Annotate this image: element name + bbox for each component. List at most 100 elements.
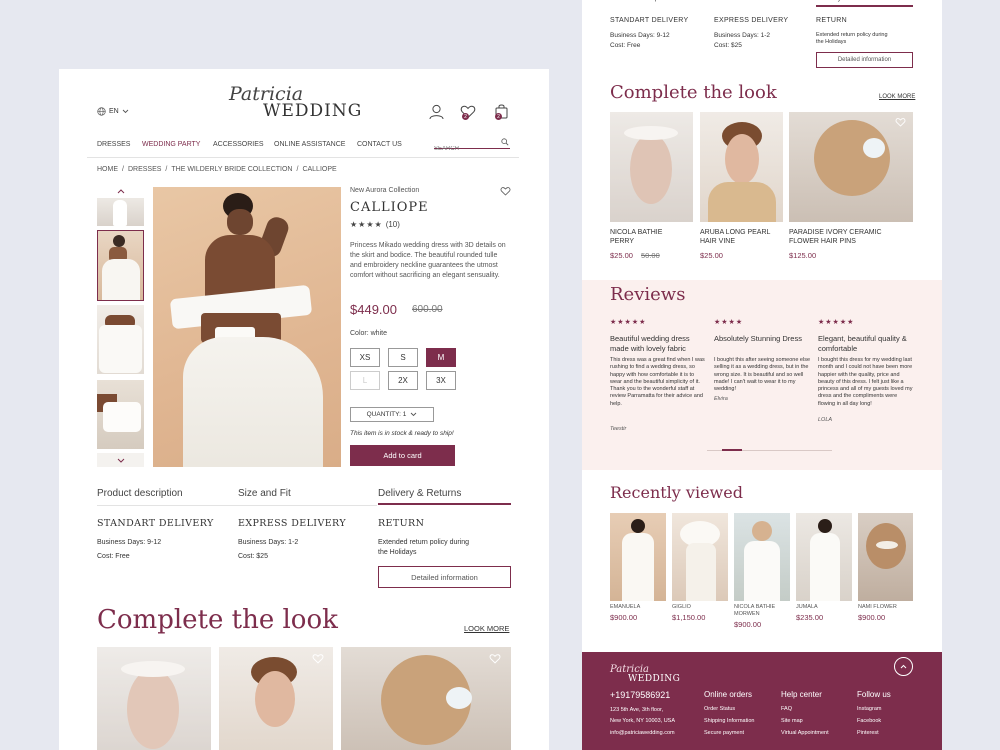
return-policy-line1: Extended return policy during (378, 539, 470, 546)
look-item-image-2[interactable] (700, 112, 783, 222)
look-item-image-2[interactable] (219, 647, 333, 750)
size-3x[interactable]: 3X (426, 371, 456, 390)
recent-item-5-name[interactable]: NAMI FLOWER (858, 604, 897, 610)
nav-item-dresses[interactable]: DRESSES (97, 141, 130, 148)
brand-logo[interactable]: Patricia WEDDING (227, 83, 367, 123)
footer-link-order-status[interactable]: Order Status (704, 706, 735, 712)
delivery-express-days: Business Days: 1-2 (714, 32, 770, 39)
recent-item-2-name[interactable]: GIGLIO (672, 604, 691, 610)
look-more-link[interactable]: LOOK MORE (464, 624, 509, 633)
cart-button[interactable]: 2 (494, 103, 512, 121)
recent-item-image-4[interactable] (796, 513, 852, 601)
nav-item-wedding-party[interactable]: WEDDING PARTY (142, 141, 200, 148)
footer-address-line2: New York, NY 10003, USA (610, 718, 676, 724)
detailed-information-button[interactable]: Detailed information (816, 52, 913, 68)
size-s[interactable]: S (388, 348, 418, 367)
recent-item-3-name[interactable]: NICOLA BATHIE MORWEN (734, 604, 790, 618)
thumbnail-4[interactable] (97, 380, 144, 449)
footer-link-virtual-appointment[interactable]: Virtual Appointment (781, 730, 829, 736)
complete-look-title: Complete the look (610, 82, 777, 103)
thumbnail-scroll-area[interactable] (97, 453, 144, 467)
footer-link-pinterest[interactable]: Pinterest (857, 730, 879, 736)
product-title: CALLIOPE (350, 200, 429, 215)
nav-item-contact-us[interactable]: CONTACT US (357, 141, 402, 148)
review-3-author: LOLA (818, 417, 833, 423)
footer-link-facebook[interactable]: Facebook (857, 718, 881, 724)
heart-icon[interactable] (312, 653, 324, 664)
size-xs[interactable]: XS (350, 348, 380, 367)
look-item-image-1[interactable] (610, 112, 693, 222)
thumbnail-2-selected[interactable] (97, 230, 144, 301)
recent-item-image-1[interactable] (610, 513, 666, 601)
rating[interactable]: ★★★★ (10) (350, 220, 400, 229)
footer-link-instagram[interactable]: Instagram (857, 706, 881, 712)
size-2x[interactable]: 2X (388, 371, 418, 390)
chevron-up-icon[interactable] (117, 189, 125, 194)
nav-item-online-assistance[interactable]: ONLINE ASSISTANCE (274, 141, 345, 148)
recent-item-image-3[interactable] (734, 513, 790, 601)
review-1-text: This dress was a great find when I was r… (610, 357, 705, 407)
detailed-information-button[interactable]: Detailed information (378, 566, 511, 588)
scroll-to-top-button[interactable] (894, 657, 913, 676)
footer-link-secure-payment[interactable]: Secure payment (704, 730, 744, 736)
search-icon[interactable] (501, 138, 509, 146)
look-more-link[interactable]: LOOK MORE (879, 94, 915, 100)
heart-icon[interactable] (895, 117, 906, 127)
size-m-selected[interactable]: M (426, 348, 456, 367)
breadcrumb-dresses[interactable]: DRESSES (128, 166, 161, 173)
wishlist-count-badge: 2 (462, 113, 469, 120)
recent-item-1-name[interactable]: EMANUELA (610, 604, 640, 610)
nav-item-accessories[interactable]: ACCESSORIES (213, 141, 264, 148)
look-item-2-name[interactable]: ARUBA LONG PEARL HAIR VINE (700, 228, 770, 246)
review-2-stars: ★★★★ (714, 319, 744, 326)
delivery-standard-title: STANDART DELIVERY (610, 17, 689, 24)
look-item-image-1[interactable] (97, 647, 211, 750)
thumbnail-1[interactable] (97, 198, 144, 226)
reviews-pager-active[interactable] (722, 449, 742, 451)
tab-product-description[interactable]: Product description (97, 488, 183, 499)
add-to-card-button[interactable]: Add to card (350, 445, 455, 466)
footer-link-shipping-information[interactable]: Shipping Information (704, 718, 754, 724)
user-icon[interactable] (429, 104, 444, 120)
review-3-title: Elegant, beautiful quality & comfortable (818, 334, 907, 353)
look-item-1-old-price: 50.00 (641, 251, 660, 260)
breadcrumb-home[interactable]: HOME (97, 166, 118, 173)
look-item-3-name[interactable]: PARADISE IVORY CERAMIC FLOWER HAIR PINS (789, 228, 882, 246)
reviews-title: Reviews (610, 284, 686, 305)
delivery-standard-days: Business Days: 9-12 (610, 32, 670, 39)
footer-phone[interactable]: +19179586921 (610, 690, 670, 700)
breadcrumb-collection[interactable]: THE WILDERLY BRIDE COLLECTION (171, 166, 292, 173)
quantity-select[interactable]: QUANTITY: 1 (350, 407, 434, 422)
product-page-continued-panel: Product description Size and Fit Deliver… (582, 0, 942, 750)
delivery-express-title: EXPRESS DELIVERY (714, 17, 789, 24)
look-item-image-3[interactable] (789, 112, 913, 222)
tab-product-description[interactable]: Product description (610, 0, 670, 2)
thumbnail-3[interactable] (97, 305, 144, 374)
return-title: RETURN (378, 518, 425, 529)
recent-item-5-price: $900.00 (858, 613, 886, 622)
look-item-image-3[interactable] (341, 647, 511, 750)
review-2-text: I bought this after seeing someone else … (714, 357, 811, 393)
tab-size-and-fit[interactable]: Size and Fit (714, 0, 751, 2)
search-input[interactable] (434, 146, 494, 152)
tab-delivery-returns-active[interactable]: Delivery & Returns (378, 488, 511, 505)
favorite-heart-icon[interactable] (500, 186, 511, 196)
tab-size-and-fit[interactable]: Size and Fit (238, 488, 291, 499)
footer-link-faq[interactable]: FAQ (781, 706, 792, 712)
wishlist-button[interactable]: 2 (460, 104, 478, 122)
recent-item-image-5[interactable] (858, 513, 913, 601)
recent-item-image-2[interactable] (672, 513, 728, 601)
heart-icon[interactable] (489, 653, 501, 664)
review-2-author: Elvira (714, 396, 728, 402)
look-item-1-name[interactable]: NICOLA BATHIE PERRY (610, 228, 662, 246)
footer-link-site-map[interactable]: Site map (781, 718, 803, 724)
language-selector[interactable]: EN (97, 107, 129, 116)
recent-item-4-name[interactable]: JUMALA (796, 604, 818, 610)
footer-email[interactable]: info@patriciawedding.com (610, 730, 675, 736)
globe-icon (97, 107, 106, 116)
chevron-down-icon (411, 412, 417, 417)
tab-delivery-returns-active[interactable]: Delivery & Returns (816, 0, 913, 7)
footer-logo[interactable]: Patricia WEDDING (610, 664, 690, 690)
complete-look-title: Complete the look (97, 605, 338, 635)
search-box[interactable] (434, 137, 510, 152)
